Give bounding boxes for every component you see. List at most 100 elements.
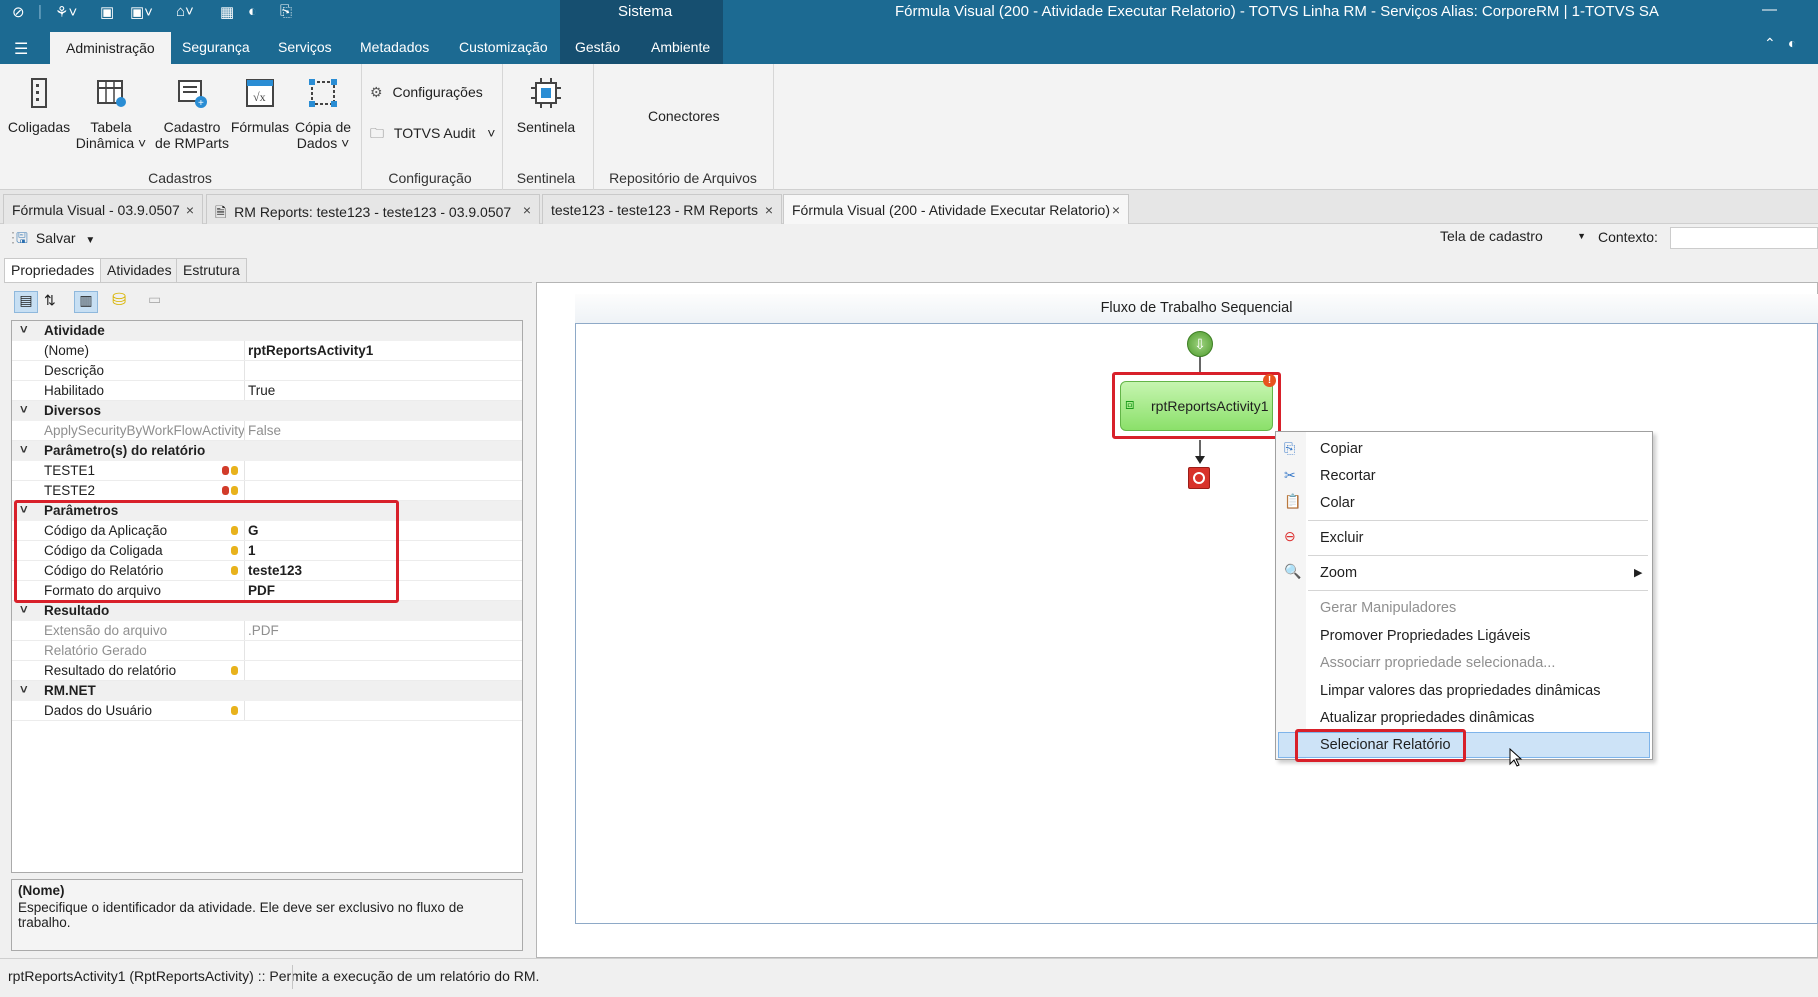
formulas-label: Fórmulas xyxy=(230,119,290,135)
quick-access-icon-3[interactable]: ▣˅ xyxy=(130,3,153,21)
doc-tab-formula-visual-200[interactable]: Fórmula Visual (200 - Atividade Executar… xyxy=(783,194,1129,224)
error-badge-icon[interactable]: ! xyxy=(1263,374,1276,387)
sentinela-button[interactable]: Sentinela xyxy=(510,76,582,135)
chevron-down-icon[interactable]: ˅ xyxy=(20,322,28,337)
tab-servicos[interactable]: Serviços xyxy=(278,39,332,55)
property-row-habilitado[interactable]: Habilitado True xyxy=(12,381,522,401)
start-node-icon[interactable]: ⇩ xyxy=(1187,331,1213,357)
quick-access-icon-6[interactable]: ⎘ xyxy=(280,3,292,20)
configuracoes-button[interactable]: ⚙ Configurações xyxy=(370,84,483,100)
category-label: Parâmetro(s) do relatório xyxy=(44,443,206,458)
tab-seguranca[interactable]: Segurança xyxy=(182,39,250,55)
category-resultado[interactable]: ˅ Resultado xyxy=(12,601,522,621)
menu-recortar[interactable]: Recortar xyxy=(1320,468,1376,484)
quick-access-icon-1[interactable]: ⚘˅ xyxy=(55,3,77,21)
doc-tab-formula-visual[interactable]: Fórmula Visual - 03.9.0507 × xyxy=(3,194,203,224)
home-icon[interactable]: ⌂˅ xyxy=(176,3,194,20)
tab-metadados[interactable]: Metadados xyxy=(360,39,429,55)
tabela-dinamica-button[interactable]: Tabela Dinâmica ˅ xyxy=(72,76,150,151)
formulas-button[interactable]: √x Fórmulas xyxy=(230,76,290,135)
toolbar: ⋮ 🖫 Salvar ▼ Tela de cadastro ▼ Contexto… xyxy=(0,224,1818,254)
audit-icon: 🗀 xyxy=(370,125,384,141)
menu-associar: Associarr propriedade selecionada... xyxy=(1320,655,1556,671)
close-icon[interactable]: × xyxy=(523,202,531,218)
quick-access-icon-5[interactable]: ◐ xyxy=(248,3,257,20)
coligadas-button[interactable]: Coligadas xyxy=(6,76,72,135)
bind-icon[interactable] xyxy=(231,706,238,715)
contexto-field[interactable] xyxy=(1670,227,1818,249)
menu-limpar[interactable]: Limpar valores das propriedades dinâmica… xyxy=(1320,683,1600,699)
sort-alpha-icon[interactable]: ⇅ xyxy=(44,292,56,309)
help-icon[interactable]: ◐ xyxy=(1788,35,1796,51)
chip-icon xyxy=(531,78,561,108)
property-row-teste2[interactable]: TESTE2 xyxy=(12,481,522,501)
category-atividade[interactable]: ˅ Atividade xyxy=(12,321,522,341)
menu-atualizar[interactable]: Atualizar propriedades dinâmicas xyxy=(1320,710,1534,726)
chevron-down-icon[interactable]: ˅ xyxy=(20,602,28,617)
group-separator xyxy=(593,64,594,190)
events-icon[interactable]: ⛁ xyxy=(112,290,126,310)
categorized-icon[interactable]: ▤ xyxy=(14,291,38,313)
property-row-resultado-relatorio[interactable]: Resultado do relatório xyxy=(12,661,522,681)
category-rmnet[interactable]: ˅ RM.NET xyxy=(12,681,522,701)
window-title: Fórmula Visual (200 - Atividade Executar… xyxy=(895,3,1659,20)
group-configuracao: Configuração xyxy=(388,170,472,186)
category-parametros-relatorio[interactable]: ˅ Parâmetro(s) do relatório xyxy=(12,441,522,461)
menu-excluir[interactable]: Excluir xyxy=(1320,530,1364,546)
properties-view-icon[interactable]: ▥ xyxy=(74,291,98,313)
doc-tab-teste123[interactable]: teste123 - teste123 - RM Reports × xyxy=(542,194,782,224)
conectores-button[interactable]: Conectores xyxy=(648,108,720,124)
menu-zoom[interactable]: Zoom xyxy=(1320,565,1357,581)
property-value[interactable]: True xyxy=(248,383,275,398)
save-button[interactable]: 🖫 Salvar ▼ xyxy=(16,228,95,252)
tab-gestao[interactable]: Gestão xyxy=(575,39,620,55)
app-menu-icon[interactable]: ⊘ xyxy=(12,3,25,21)
close-icon[interactable]: × xyxy=(1112,202,1120,218)
property-pages-icon[interactable]: ▭ xyxy=(148,291,161,308)
quick-access-icon-2[interactable]: ▣ xyxy=(100,3,114,21)
bind-icon[interactable] xyxy=(231,666,238,675)
property-name: Extensão do arquivo xyxy=(44,623,168,638)
property-row-apply-security[interactable]: ApplySecurityByWorkFlowActivity False xyxy=(12,421,522,441)
minimize-button[interactable]: — xyxy=(1762,1,1777,18)
copia-dados-button[interactable]: Cópia de Dados ˅ xyxy=(290,76,356,151)
menu-promover[interactable]: Promover Propriedades Ligáveis xyxy=(1320,628,1530,644)
rmparts-icon: + xyxy=(178,80,207,109)
file-menu-icon[interactable]: ☰ xyxy=(14,39,28,59)
bind-icon[interactable] xyxy=(231,486,238,495)
totvs-audit-button[interactable]: 🗀 TOTVS Audit ˅ xyxy=(370,125,495,141)
tela-cadastro-select[interactable]: Tela de cadastro ▼ xyxy=(1440,228,1586,244)
cadastro-rmparts-button[interactable]: + Cadastro de RMParts xyxy=(150,76,234,151)
chevron-down-icon[interactable]: ˅ xyxy=(20,402,28,417)
property-row-nome[interactable]: (Nome) rptReportsActivity1 xyxy=(12,341,522,361)
close-icon[interactable]: × xyxy=(186,202,194,218)
doc-tab-rm-reports[interactable]: 🗎 RM Reports: teste123 - teste123 - 03.9… xyxy=(206,194,540,224)
menu-copiar[interactable]: Copiar xyxy=(1320,441,1363,457)
warning-icon xyxy=(222,466,229,475)
end-node-icon[interactable] xyxy=(1188,467,1210,489)
property-row-teste1[interactable]: TESTE1 xyxy=(12,461,522,481)
menu-colar[interactable]: Colar xyxy=(1320,495,1355,511)
bind-icon[interactable] xyxy=(231,466,238,475)
tab-estrutura[interactable]: Estrutura xyxy=(176,258,247,282)
property-value[interactable]: rptReportsActivity1 xyxy=(248,343,373,358)
collapse-ribbon-icon[interactable]: ⌃ xyxy=(1764,35,1776,52)
tab-customizacao[interactable]: Customização xyxy=(459,39,548,55)
property-row-dados-usuario[interactable]: Dados do Usuário xyxy=(12,701,522,721)
category-diversos[interactable]: ˅ Diversos xyxy=(12,401,522,421)
property-row-descricao[interactable]: Descrição xyxy=(12,361,522,381)
property-row-relatorio-gerado[interactable]: Relatório Gerado xyxy=(12,641,522,661)
chevron-down-icon[interactable]: ˅ xyxy=(20,682,28,697)
tab-ambiente[interactable]: Ambiente xyxy=(651,39,710,55)
description-text: Especifique o identificador da atividade… xyxy=(18,900,464,930)
tab-administracao[interactable]: Administração xyxy=(50,32,171,64)
close-icon[interactable]: × xyxy=(765,202,773,218)
formula-icon: √x xyxy=(246,79,274,107)
tab-propriedades[interactable]: Propriedades xyxy=(4,258,102,282)
activity-node[interactable]: ⧈ rptReportsActivity1 xyxy=(1120,381,1273,431)
property-row-extensao-arquivo[interactable]: Extensão do arquivo .PDF xyxy=(12,621,522,641)
chevron-down-icon[interactable]: ˅ xyxy=(20,442,28,457)
tab-atividades[interactable]: Atividades xyxy=(100,258,179,282)
category-label: RM.NET xyxy=(44,683,96,698)
quick-access-icon-4[interactable]: ▦ xyxy=(220,3,234,21)
